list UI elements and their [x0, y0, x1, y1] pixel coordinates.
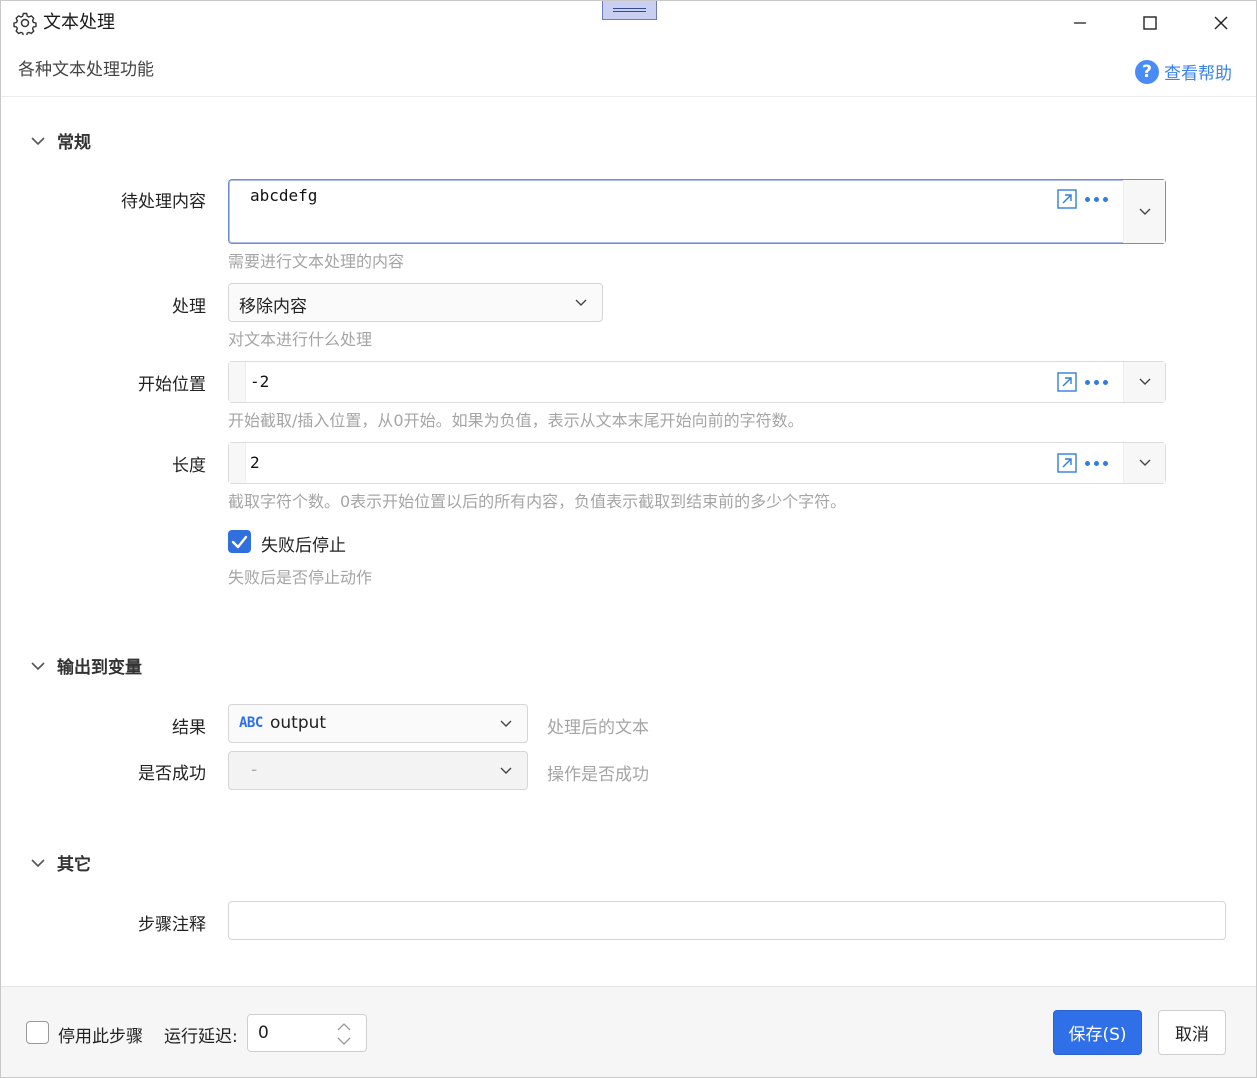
save-button[interactable]: 保存(S) — [1053, 1010, 1142, 1055]
start-dropdown-toggle[interactable] — [1123, 362, 1165, 402]
expand-icon[interactable] — [1057, 453, 1077, 473]
length-value: 2 — [250, 453, 260, 472]
success-desc: 操作是否成功 — [547, 765, 649, 785]
length-input-gutter — [229, 443, 246, 483]
dialog-footer: 停用此步骤 运行延迟: 0 保存(S) 取消 — [1, 986, 1256, 1077]
result-desc: 处理后的文本 — [547, 718, 649, 738]
result-variable-value: output — [270, 713, 327, 733]
header-divider — [1, 96, 1256, 97]
drag-handle[interactable] — [602, 1, 657, 20]
section-output-header[interactable]: 输出到变量 — [29, 653, 142, 678]
length-hint: 截取字符个数。0表示开始位置以后的所有内容，负值表示截取到结束前的多少个字符。 — [228, 492, 847, 511]
title-bar[interactable]: 文本处理 — [1, 1, 1256, 45]
chevron-down-icon — [1139, 208, 1150, 215]
chevron-down-icon — [500, 720, 512, 727]
length-dropdown-toggle[interactable] — [1123, 443, 1165, 483]
process-select[interactable]: 移除内容 — [228, 283, 603, 322]
more-options-icon[interactable] — [1085, 378, 1111, 386]
help-icon: ? — [1135, 59, 1159, 84]
stepper-icon[interactable] — [336, 1021, 352, 1047]
start-label: 开始位置 — [138, 375, 206, 395]
dialog-subtitle: 各种文本处理功能 — [18, 60, 154, 80]
content-hint: 需要进行文本处理的内容 — [228, 252, 405, 271]
section-output-label: 输出到变量 — [57, 658, 142, 678]
process-value: 移除内容 — [239, 297, 307, 317]
run-delay-value: 0 — [258, 1023, 269, 1043]
success-variable-value: - — [251, 760, 258, 780]
start-hint: 开始截取/插入位置，从0开始。如果为负值，表示从文本末尾开始向前的字符数。 — [228, 411, 804, 430]
length-input[interactable]: 2 — [228, 442, 1166, 484]
checkmark-icon — [231, 535, 248, 549]
gear-icon — [13, 12, 37, 35]
content-label: 待处理内容 — [121, 192, 206, 212]
step-note-input[interactable] — [228, 901, 1226, 940]
section-general-header[interactable]: 常规 — [29, 128, 91, 153]
text-type-icon: ABC — [239, 715, 263, 731]
close-button[interactable] — [1198, 7, 1244, 39]
maximize-icon — [1143, 16, 1157, 30]
stop-on-fail-checkbox[interactable] — [228, 530, 251, 553]
start-input[interactable]: -2 — [228, 361, 1166, 403]
length-label: 长度 — [172, 456, 206, 476]
cancel-button[interactable]: 取消 — [1158, 1010, 1226, 1055]
maximize-button[interactable] — [1127, 7, 1173, 39]
run-delay-input[interactable]: 0 — [247, 1014, 367, 1052]
minimize-icon — [1074, 22, 1086, 24]
disable-step-checkbox[interactable] — [26, 1021, 49, 1044]
stop-on-fail-hint: 失败后是否停止动作 — [228, 568, 373, 587]
text-processing-dialog: 文本处理 各种文本处理功能 ? 查看帮助 常规 待处理内容 abcdefg 需要… — [0, 0, 1257, 1078]
start-value: -2 — [250, 372, 270, 391]
section-other-label: 其它 — [57, 855, 91, 875]
content-value: abcdefg — [250, 186, 318, 205]
run-delay-label: 运行延迟: — [164, 1027, 238, 1047]
chevron-down-icon — [31, 136, 45, 145]
expand-icon[interactable] — [1057, 372, 1077, 392]
result-label: 结果 — [172, 718, 206, 738]
help-link[interactable]: ? 查看帮助 — [1135, 59, 1232, 84]
process-hint: 对文本进行什么处理 — [228, 330, 373, 349]
help-label: 查看帮助 — [1164, 64, 1232, 84]
expand-icon[interactable] — [1057, 189, 1077, 209]
chevron-down-icon — [1139, 378, 1150, 385]
success-variable-select[interactable]: - — [228, 751, 528, 790]
chevron-down-icon — [575, 299, 587, 306]
minimize-button[interactable] — [1057, 7, 1103, 39]
close-icon — [1214, 16, 1228, 30]
more-options-icon[interactable] — [1085, 459, 1111, 467]
success-label: 是否成功 — [138, 764, 206, 784]
content-input[interactable]: abcdefg — [228, 179, 1166, 244]
disable-step-label[interactable]: 停用此步骤 — [58, 1022, 143, 1047]
note-label: 步骤注释 — [138, 915, 206, 935]
chevron-down-icon — [31, 858, 45, 867]
more-options-icon[interactable] — [1085, 195, 1111, 203]
result-variable-select[interactable]: ABC output — [228, 704, 528, 743]
window-title: 文本处理 — [43, 12, 115, 33]
chevron-down-icon — [31, 661, 45, 670]
chevron-down-icon — [500, 767, 512, 774]
section-general-label: 常规 — [57, 133, 91, 153]
process-label: 处理 — [172, 297, 206, 317]
stop-on-fail-label[interactable]: 失败后停止 — [261, 531, 346, 556]
section-other-header[interactable]: 其它 — [29, 850, 91, 875]
start-input-gutter — [229, 362, 246, 402]
content-dropdown-toggle[interactable] — [1123, 180, 1165, 243]
chevron-down-icon — [1139, 459, 1150, 466]
